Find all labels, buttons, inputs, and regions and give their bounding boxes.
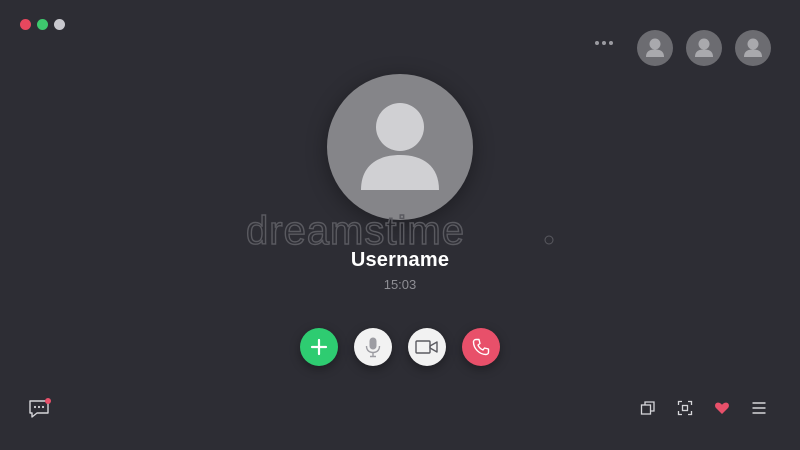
svg-text:dreamstime: dreamstime xyxy=(246,209,465,252)
focus-icon[interactable] xyxy=(677,400,693,416)
call-controls xyxy=(300,328,500,366)
more-options-icon[interactable] xyxy=(595,41,613,45)
window-close-button[interactable] xyxy=(20,19,31,30)
notification-badge xyxy=(45,398,51,404)
mic-icon xyxy=(365,337,381,358)
menu-icon[interactable] xyxy=(751,400,767,416)
caller-avatar xyxy=(327,74,473,220)
heart-icon[interactable] xyxy=(714,400,730,416)
camera-button[interactable] xyxy=(408,328,446,366)
window-controls xyxy=(20,19,65,30)
video-call-window: dreamstime Username 15:03 xyxy=(0,0,800,450)
caller-name: Username xyxy=(350,249,450,271)
window-switch-icon[interactable] xyxy=(640,400,656,416)
window-minimize-button[interactable] xyxy=(37,19,48,30)
chat-button[interactable] xyxy=(28,398,52,420)
user-icon xyxy=(744,38,762,57)
participant-avatar[interactable] xyxy=(637,30,673,66)
video-camera-icon xyxy=(415,340,438,354)
bottom-toolbar xyxy=(640,400,767,416)
call-duration: 15:03 xyxy=(383,277,417,292)
window-maximize-button[interactable] xyxy=(54,19,65,30)
user-icon xyxy=(646,38,664,57)
end-call-button[interactable] xyxy=(462,328,500,366)
participant-avatar[interactable] xyxy=(735,30,771,66)
user-icon xyxy=(361,103,439,190)
plus-icon xyxy=(310,338,328,356)
add-participant-button[interactable] xyxy=(300,328,338,366)
participant-avatar[interactable] xyxy=(686,30,722,66)
participants-list xyxy=(637,30,771,66)
microphone-button[interactable] xyxy=(354,328,392,366)
phone-icon xyxy=(472,338,490,356)
user-icon xyxy=(695,38,713,57)
